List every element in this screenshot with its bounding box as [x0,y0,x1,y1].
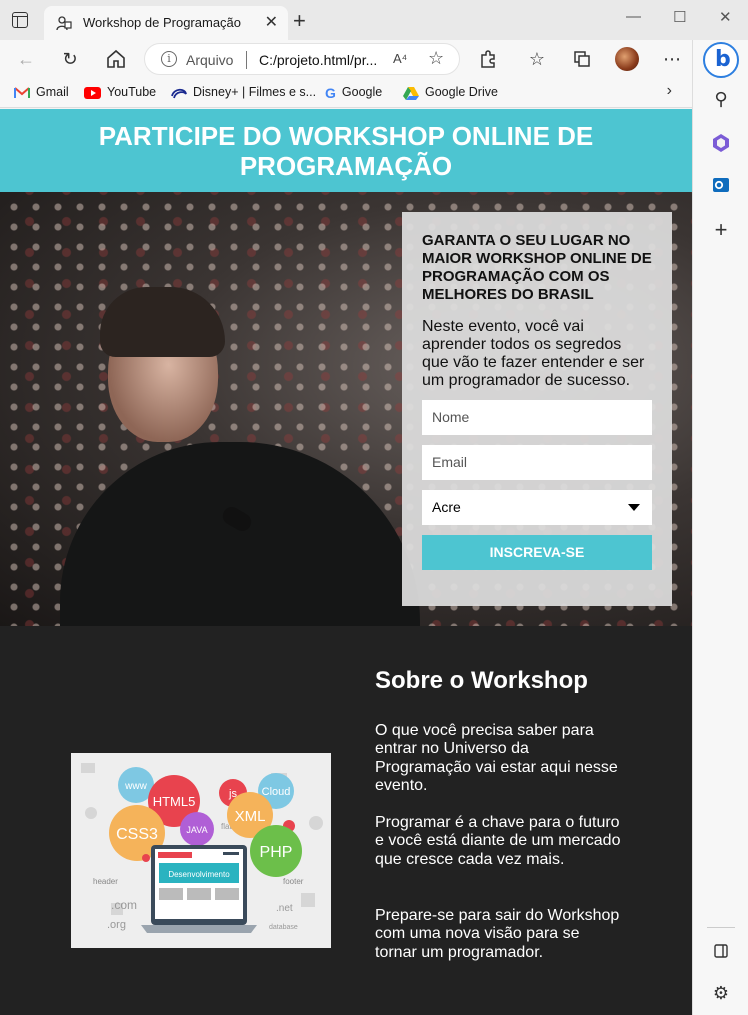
office-icon[interactable] [710,132,732,154]
tag-cloud: Cloud [262,786,291,798]
bookmark-gmail[interactable]: Gmail [14,84,69,102]
tag-html5: HTML5 [153,794,196,809]
tag-com: .com [111,898,137,912]
programming-illustration-art: www HTML5 js Cloud CSS3 JAVA flat XML PH… [71,753,331,948]
bookmark-disney[interactable]: Disney+ | Filmes e s... [171,84,316,102]
bookmark-google[interactable]: G Google [325,84,382,102]
tag-header: header [93,877,118,886]
close-window-icon[interactable]: ✕ [719,8,732,26]
back-icon[interactable]: ← [14,47,38,71]
tag-www: www [124,781,147,792]
edge-sidebar: ⚲ + ⚙ [692,40,748,1015]
browser-navbar: ← ↻ i Arquivo C:/projeto.html/pr... A⁴ ☆… [0,40,692,78]
close-tab-icon[interactable]: ✕ [265,12,278,32]
page-favicon-icon [56,16,72,31]
bookmarks-bar: Gmail YouTube Disney+ | Filmes e s... GG… [0,78,692,108]
tab-title: Workshop de Programação [83,15,242,30]
new-tab-icon[interactable]: + [293,8,306,34]
about-title: Sobre o Workshop [375,667,588,694]
google-icon: G [325,84,336,101]
disney-icon [171,88,187,99]
form-title: GARANTA O SEU LUGAR NO MAIOR WORKSHOP ON… [422,232,652,303]
address-bar[interactable]: i Arquivo C:/projeto.html/pr... A⁴ ☆ [144,43,460,75]
page-viewport: PARTICIPE DO WORKSHOP ONLINE DE PROGRAMA… [0,109,692,1015]
hero-banner: PARTICIPE DO WORKSHOP ONLINE DE PROGRAMA… [0,109,692,192]
youtube-icon [84,86,101,99]
tag-database: database [269,924,298,931]
add-sidebar-app-icon[interactable]: + [710,219,732,241]
url-scheme-label: Arquivo [186,52,234,68]
search-icon[interactable]: ⚲ [710,88,732,110]
tag-net: .net [276,903,293,914]
form-description: Neste evento, você vai aprender todos os… [422,318,645,389]
url-separator [246,51,247,69]
extensions-icon[interactable] [476,47,500,71]
bookmark-label: Google [341,85,383,99]
outlook-icon[interactable] [710,174,732,196]
tag-footer: footer [283,877,304,886]
programming-illustration: www HTML5 js Cloud CSS3 JAVA flat XML PH… [71,753,331,948]
bookmark-youtube[interactable]: YouTube [84,84,156,102]
about-paragraph: O que você precisa saber para entrar no … [375,722,618,794]
tag-org: .org [107,919,126,931]
bookmark-label: Google Drive [425,85,498,99]
favorites-icon[interactable]: ☆ [525,47,549,71]
site-info-icon[interactable]: i [161,51,177,67]
maximize-icon[interactable]: ☐ [673,8,686,26]
more-options-icon[interactable]: ⋯ [660,47,684,71]
name-field[interactable]: Nome [422,400,652,435]
bookmarks-overflow-icon[interactable]: › [667,82,672,100]
bookmark-label: Disney+ | Filmes e s... [193,85,317,99]
signup-form-card: GARANTA O SEU LUGAR NO MAIOR WORKSHOP ON… [402,212,672,606]
tag-php: PHP [260,844,293,861]
bookmark-label: YouTube [107,85,157,99]
state-select-value: Acre [432,499,461,515]
minimize-icon[interactable]: — [626,8,641,25]
sidebar-divider [707,927,735,928]
tag-css3: CSS3 [116,826,158,843]
profile-avatar[interactable] [615,47,639,71]
about-paragraph: Prepare-se para sair do Workshop com uma… [375,907,620,961]
tab-actions-icon[interactable] [12,12,28,28]
google-drive-icon [403,86,419,100]
bookmark-google-drive[interactable]: Google Drive [403,84,498,102]
url-text[interactable]: C:/projeto.html/pr... [259,52,377,68]
bing-chat-icon[interactable] [703,42,739,78]
email-field[interactable]: Email [422,445,652,480]
dropdown-arrow-icon [628,504,640,511]
tag-java: JAVA [186,825,207,835]
tag-xml: XML [235,808,266,825]
browser-tab[interactable]: Workshop de Programação ✕ [44,6,288,40]
bookmark-label: Gmail [36,85,69,99]
about-section: www HTML5 js Cloud CSS3 JAVA flat XML PH… [0,626,692,1015]
hide-sidebar-icon[interactable] [710,940,732,962]
browser-titlebar: Workshop de Programação ✕ + — ☐ ✕ [0,0,748,40]
read-aloud-icon[interactable]: A⁴ [393,51,407,66]
home-icon[interactable] [104,47,128,71]
add-favorite-icon[interactable]: ☆ [428,48,444,69]
tag-desenvolvimento: Desenvolvimento [168,870,230,879]
gmail-icon [14,86,30,98]
about-paragraph: Programar é a chave para o futuro e você… [375,814,621,868]
refresh-icon[interactable]: ↻ [58,47,82,71]
page-title: PARTICIPE DO WORKSHOP ONLINE DE PROGRAMA… [98,121,594,181]
state-select[interactable]: Acre [422,490,652,525]
settings-gear-icon[interactable]: ⚙ [710,982,732,1004]
collections-icon[interactable] [570,47,594,71]
subscribe-button[interactable]: INSCREVA-SE [422,535,652,570]
